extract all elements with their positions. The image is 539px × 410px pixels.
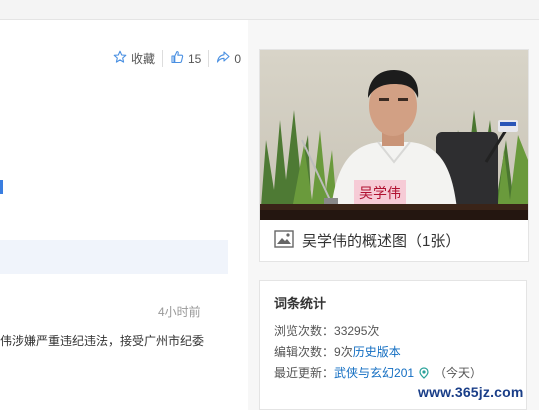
caption-text: 吴学伟的概述图（1张） [302,233,461,250]
news-timestamp: 4小时前 [158,305,201,319]
main-content-area [0,20,248,410]
updated-user-link[interactable]: 武侠与玄幻201 [334,366,414,380]
user-badge-icon [418,365,430,379]
nameplate-text: 吴学伟 [359,186,401,202]
like-count: 15 [187,51,202,66]
summary-photo[interactable]: 吴学伟 [260,50,528,220]
stats-title: 词条统计 [274,296,327,311]
views-label: 浏览次数： [274,324,335,338]
summary-image-card[interactable]: 吴学伟 吴学伟的概述图（1张） [259,49,529,262]
like-button[interactable]: 15 [161,50,208,67]
edits-value: 9次 [334,345,353,359]
views-row: 浏览次数：33295次 [274,321,512,342]
gallery-icon [274,229,294,252]
favorite-button[interactable]: 收藏 [106,50,162,67]
news-headline[interactable]: 伟涉嫌严重违纪违法，接受广州市纪委 [0,332,215,349]
views-value: 33295次 [334,324,380,338]
image-caption[interactable]: 吴学伟的概述图（1张） [260,220,528,261]
updated-label: 最近更新： [274,366,335,380]
thumbs-up-icon [170,50,184,67]
star-icon [113,50,127,67]
share-button[interactable]: 0 [208,50,248,67]
share-icon [216,50,230,67]
updated-row: 最近更新：武侠与玄幻201 （今天） [274,363,512,384]
history-link[interactable]: 历史版本 [353,345,401,359]
section-marker [0,180,3,194]
entry-actions: 收藏 15 0 [106,50,248,67]
edits-label: 编辑次数： [274,345,335,359]
site-watermark: www.365jz.com [418,384,524,400]
news-section-header [0,240,228,274]
share-count: 0 [234,51,241,66]
top-bar [0,0,539,20]
edits-row: 编辑次数：9次历史版本 [274,342,512,363]
updated-when: （今天） [434,366,483,380]
favorite-label: 收藏 [130,52,155,66]
